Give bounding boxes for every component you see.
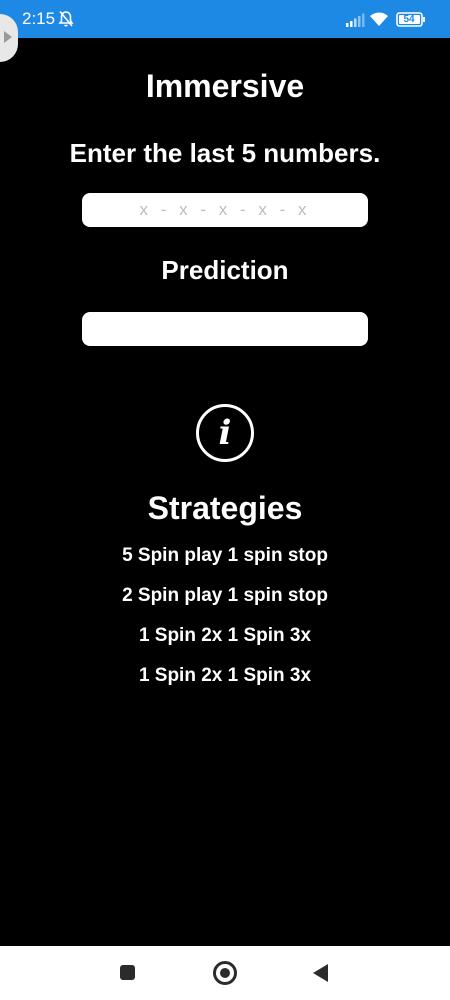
instruction-text: Enter the last 5 numbers. xyxy=(69,138,381,168)
wifi-icon xyxy=(370,12,388,26)
strategy-item: 1 Spin 2x 1 Spin 3x xyxy=(138,625,312,646)
battery-level-text: 54 xyxy=(403,14,415,25)
status-time: 2:15 xyxy=(22,9,56,28)
info-button[interactable]: i xyxy=(196,404,254,462)
prediction-label: Prediction xyxy=(161,255,289,285)
prediction-output xyxy=(82,312,368,346)
strategy-item: 5 Spin play 1 spin stop xyxy=(122,545,328,566)
chevron-right-icon xyxy=(4,31,12,43)
app-screen: 2:15 54 Immersive Enter the last 5 numbe… xyxy=(0,0,450,1000)
home-dot xyxy=(220,968,230,978)
back-icon[interactable] xyxy=(313,964,328,982)
recent-apps-icon[interactable] xyxy=(120,965,135,980)
strategy-list: 5 Spin play 1 spin stop 2 Spin play 1 sp… xyxy=(0,542,450,702)
last-numbers-input[interactable] xyxy=(82,193,368,227)
signal-icon xyxy=(346,13,365,27)
strategy-item: 2 Spin play 1 spin stop xyxy=(122,585,328,606)
bell-off-icon xyxy=(58,10,74,27)
info-icon: i xyxy=(218,413,232,453)
status-bar: 2:15 54 xyxy=(0,0,450,38)
strategies-title: Strategies xyxy=(147,490,303,526)
home-icon[interactable] xyxy=(213,961,237,985)
strategy-item: 1 Spin 2x 1 Spin 3x xyxy=(138,665,312,686)
page-title: Immersive xyxy=(145,68,305,104)
navigation-bar xyxy=(0,946,450,1000)
